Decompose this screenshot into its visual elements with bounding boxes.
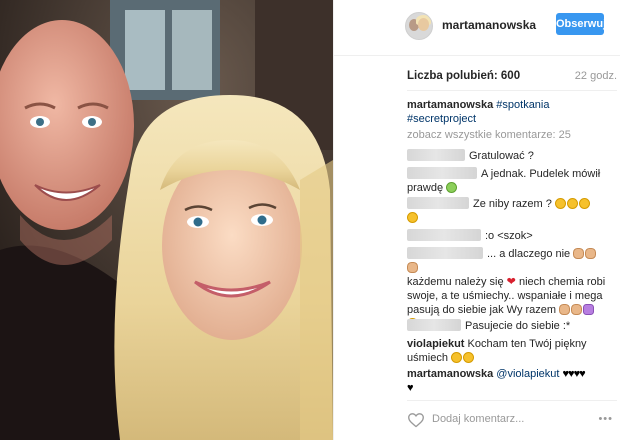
likes-row: Liczba polubień: 600 22 godz. xyxy=(407,70,617,82)
instagram-post: martamanowska Obserwuj Liczba polubień: … xyxy=(0,0,620,440)
comment-username[interactable]: martamanowska xyxy=(407,368,493,380)
hashtag-spotkania[interactable]: #spotkania xyxy=(496,99,549,111)
comment-item: A jednak. Pudelek mówił prawdę xyxy=(407,167,607,195)
post-header: martamanowska Obserwuj xyxy=(334,0,620,56)
comment-text: :o <szok> xyxy=(485,230,533,242)
selfie-image xyxy=(0,0,333,440)
comment-text: Ze niby razem ? xyxy=(473,198,552,210)
mention-link[interactable]: @violapiekut xyxy=(496,368,559,380)
post-footer: Dodaj komentarz... ••• xyxy=(407,400,617,441)
blurred-username xyxy=(407,247,483,259)
comment-item: Ze niby razem ? xyxy=(407,197,607,225)
red-heart-icon: ❤ xyxy=(506,276,516,288)
avatar-face-right xyxy=(418,18,429,31)
comment-text: każdemu należy się xyxy=(407,276,504,288)
divider xyxy=(407,90,617,91)
grin-emoji-icon xyxy=(554,198,566,209)
comment-text: ... a dlaczego nie xyxy=(487,248,571,260)
blurred-username xyxy=(407,229,481,241)
heart-eyes-emoji-icon xyxy=(451,352,463,363)
ok-hand-emoji-icon xyxy=(571,304,583,315)
grin-emoji-icon xyxy=(566,198,578,209)
clap-emoji-icon xyxy=(407,262,418,273)
comment-username[interactable]: violapiekut xyxy=(407,338,464,350)
heart-outline-icon[interactable] xyxy=(407,412,425,428)
post-photo[interactable] xyxy=(0,0,333,440)
post-time[interactable]: 22 godz. xyxy=(575,70,617,82)
grin-emoji-icon xyxy=(578,198,590,209)
likes-count[interactable]: Liczba polubień: 600 xyxy=(407,70,520,82)
comment-text: Gratulować ? xyxy=(469,150,534,162)
blurred-username xyxy=(407,197,469,209)
blurred-username xyxy=(407,149,465,161)
comment-item: Pasujecie do siebie :* xyxy=(407,319,607,333)
comment-item: violapiekut Kocham ten Twój piękny uśmie… xyxy=(407,337,607,365)
header-username[interactable]: martamanowska xyxy=(442,18,536,32)
post-caption: martamanowska #spotkania #secretproject xyxy=(407,98,607,126)
heart-eyes-emoji-icon xyxy=(463,352,475,363)
comment-item: :o <szok> xyxy=(407,229,607,243)
laughing-emoji-icon xyxy=(446,182,458,193)
add-comment-input[interactable]: Dodaj komentarz... xyxy=(432,413,524,425)
blurred-username xyxy=(407,167,477,179)
view-all-comments-link[interactable]: zobacz wszystkie komentarze: 25 xyxy=(407,129,571,141)
clap-emoji-icon xyxy=(573,248,585,259)
person-emoji-icon xyxy=(583,304,595,315)
avatar[interactable] xyxy=(405,12,433,40)
comment-item: Gratulować ? xyxy=(407,149,607,163)
ok-hand-emoji-icon xyxy=(559,304,571,315)
hashtag-secretproject[interactable]: #secretproject xyxy=(407,113,476,125)
follow-button[interactable]: Obserwuj xyxy=(556,13,606,35)
post-details-panel: martamanowska Obserwuj Liczba polubień: … xyxy=(333,0,620,440)
blurred-username xyxy=(407,319,461,331)
comment-text: Pasujecie do siebie :* xyxy=(465,320,571,332)
caption-username[interactable]: martamanowska xyxy=(407,99,493,111)
more-dots-icon[interactable]: ••• xyxy=(598,413,613,425)
grin-emoji-icon xyxy=(407,212,418,223)
clap-emoji-icon xyxy=(585,248,597,259)
comment-item: martamanowska @violapiekut ♥♥♥♥ ♥ xyxy=(407,367,607,395)
